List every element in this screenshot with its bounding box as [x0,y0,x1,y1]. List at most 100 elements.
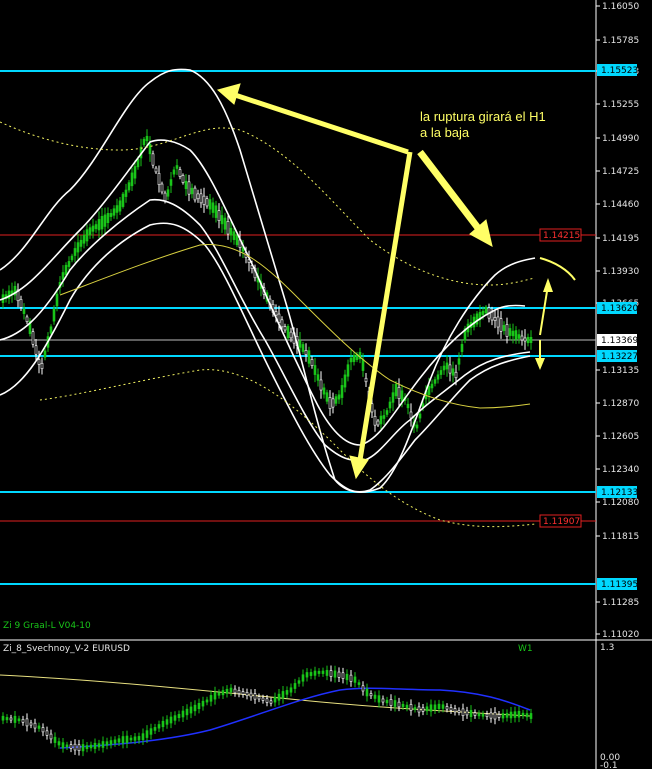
sub-candle-body [25,718,29,727]
price-tick-label: 1.14725 [602,167,639,177]
candle-body [304,350,308,355]
sub-candle-body [173,715,177,721]
sub-candle-body [421,707,425,712]
candle-body [112,208,116,216]
sub-candle-body [529,713,533,719]
sub-candle-body [125,735,129,744]
sub-indicator-label: Zi_8_Svechnoy_V-2 EURUSD [3,644,130,654]
candle-body [211,202,215,213]
candle-body [448,364,452,374]
sub-candle-body [225,688,229,694]
sub-window[interactable]: Zi_8_Svechnoy_V-2 EURUSD W1 1.3 0.00 -0.… [0,643,620,769]
candle-body [283,326,287,331]
candle-body [106,212,110,224]
price-tick-label: 1.15255 [602,100,639,110]
candle-body [145,135,149,142]
price-tick-label: 1.12340 [602,465,639,475]
sub-candle-body [301,674,305,682]
price-tick-label: 1.13135 [602,366,639,376]
price-tick-label: 1.12605 [602,432,639,442]
candle-body [196,193,200,200]
sub-candle-body [117,738,121,743]
sub-candle-body [133,736,137,741]
candle-body [118,200,122,212]
annotation-line-1: la ruptura girará el H1 [420,109,546,124]
sub-candle-body [325,669,329,676]
candle-body [193,187,197,201]
sub-candle-body [109,740,113,745]
candle-body [34,345,38,355]
sub-candle-body [181,710,185,718]
candle-body [433,379,437,384]
price-tick-label: 1.15785 [602,36,639,46]
sub-candle-body [161,720,165,728]
candle-body [430,383,434,389]
sub-candle-body [145,730,149,738]
sub-candle-body [321,670,325,674]
candle-body [313,365,317,375]
candle-body [154,167,158,173]
tag-1-11907-text: 1.11907 [543,517,580,527]
candle-body [172,169,176,175]
candle-body [76,242,80,253]
chart-canvas[interactable]: la ruptura girará el H1 a la baja Zi 9 G… [0,0,652,769]
sub-candle-body [517,710,521,718]
sub-candle-body [381,698,385,703]
sub-candle-body [401,703,405,708]
candle-body [376,420,380,426]
candle-body [445,362,449,370]
candle-body [496,316,500,328]
candle-body [322,387,326,395]
candle-body [340,385,344,398]
sub-candle-body [245,692,249,696]
sub-candle-body [17,718,21,722]
candle-body [223,217,227,230]
sub-candle-body [197,702,201,710]
candle-body [397,386,401,400]
sub-candle-body [61,742,65,749]
candle-body [97,219,101,231]
sub-candle-body [113,739,117,744]
sub-candle-body [393,700,397,707]
main-indicator-label: Zi 9 Graal-L V04-10 [3,621,91,631]
sub-candle-body [369,693,373,697]
candle-body [79,239,83,247]
sub-candle-body [141,733,145,741]
candle-body [394,383,398,397]
candle-body [229,227,233,236]
candle-body [217,210,221,221]
sub-candle-body [41,727,45,733]
sub-candle-body [65,744,69,748]
candle-body [169,179,173,186]
candle-body [280,319,284,328]
sub-candle-body [397,701,401,708]
sub-candle-body [77,744,81,751]
candle-body [331,398,335,408]
candle-body [178,169,182,177]
candle-body [493,317,497,321]
candle-body [124,189,128,197]
candle-body [481,310,485,316]
sub-candle-body [101,741,105,748]
price-tick-label: 1.14460 [602,200,639,210]
sub-candle-body [285,690,289,695]
price-tick-label: 1.16050 [602,2,639,12]
candle-body [373,415,377,426]
sub-candle-body [333,670,337,678]
candle-body [208,199,212,210]
candle-body [148,143,152,155]
candle-body [85,229,89,242]
sub-candle-body [469,710,473,717]
sub-candle-body [5,717,9,721]
sub-candle-body [357,682,361,685]
candle-body [103,214,107,227]
sub-candle-body [313,670,317,676]
candle-body [427,386,431,395]
price-axis[interactable]: 1.16050 1.15785 1.15523 1.15255 1.14990 1.147… [596,2,639,640]
sub-candle-body [265,698,269,703]
candle-body [142,138,146,146]
sub-axis-top: 1.3 [600,643,614,653]
sub-candle-body [193,704,197,712]
candle-body [235,234,239,246]
candle-body [43,350,47,358]
